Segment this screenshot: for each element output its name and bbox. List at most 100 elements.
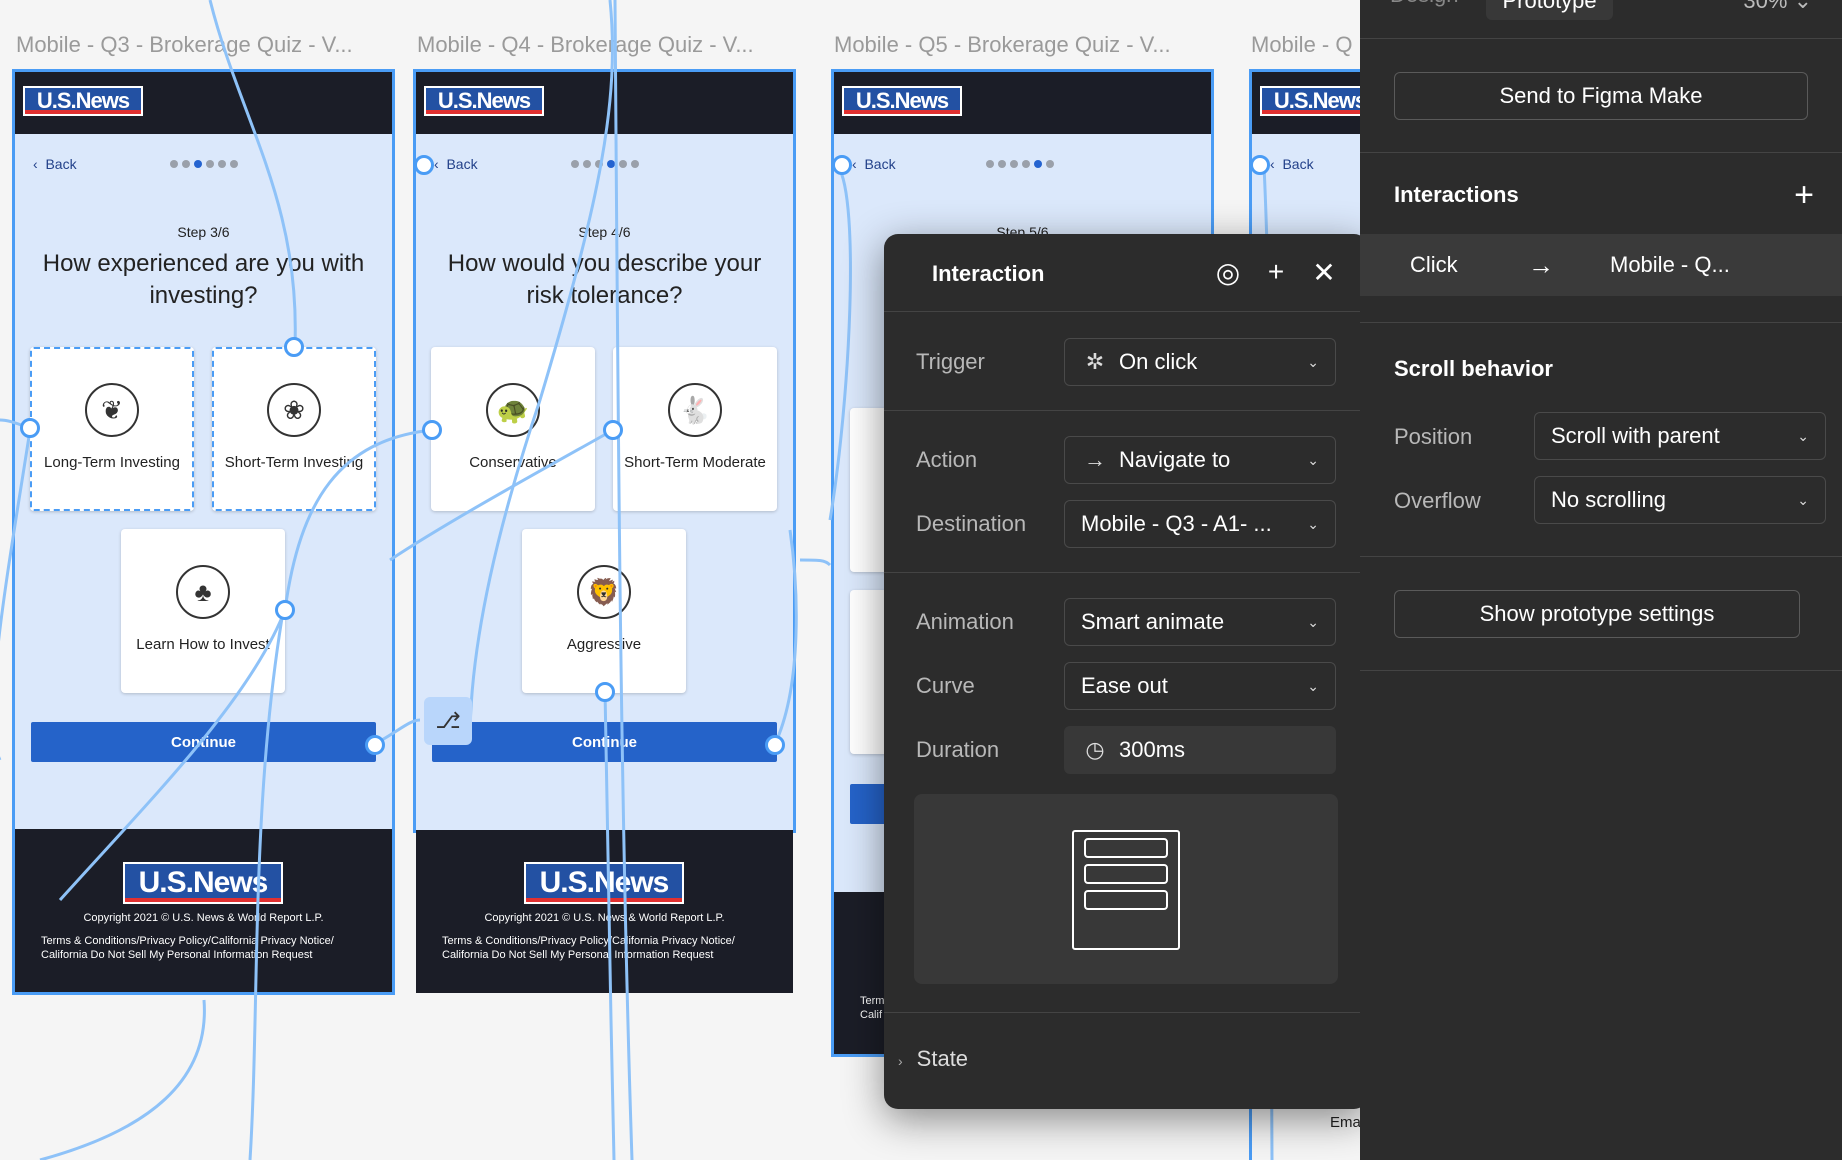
show-prototype-settings-button[interactable]: Show prototype settings <box>1394 590 1800 638</box>
scroll-behavior-heading: Scroll behavior <box>1394 356 1553 381</box>
usnews-footer-logo: U.S.News <box>123 862 283 904</box>
trigger-row: Trigger ✲ On click ⌄ <box>916 338 1336 386</box>
back-label: Back <box>446 156 478 172</box>
back-label: Back <box>864 156 896 172</box>
chevron-down-icon: ⌄ <box>1307 353 1319 370</box>
frame-title-q6[interactable]: Mobile - Q <box>1251 32 1360 58</box>
option-label: Learn How to Invest <box>136 636 270 653</box>
option-card-learn[interactable]: ♣ Learn How to Invest <box>121 529 285 693</box>
duration-label: Duration <box>916 737 1000 762</box>
popover-title: Interaction <box>932 261 1045 286</box>
divider <box>1360 556 1842 557</box>
overflow-dropdown[interactable]: No scrolling ⌄ <box>1534 476 1826 524</box>
frame-title-q3[interactable]: Mobile - Q3 - Brokerage Quiz - V... <box>16 32 396 58</box>
add-icon[interactable]: + <box>1258 254 1294 290</box>
option-card-moderate[interactable]: 🐇 Short-Term Moderate <box>613 347 777 511</box>
option-card-conservative[interactable]: 🐢 Conservative <box>431 347 595 511</box>
connection-node[interactable] <box>422 420 442 440</box>
back-label: Back <box>1282 156 1314 172</box>
connection-node[interactable] <box>603 420 623 440</box>
leaf-icon: ❦ <box>85 383 139 437</box>
back-link[interactable]: ‹ Back <box>1270 156 1314 172</box>
usnews-logo: U.S.News <box>842 86 962 116</box>
flow-branch-icon[interactable]: ⎇ <box>424 697 472 745</box>
state-label: State <box>916 1046 969 1071</box>
frame-header: U.S.News <box>1252 72 1360 134</box>
connection-node[interactable] <box>365 735 385 755</box>
connection-node[interactable] <box>595 682 615 702</box>
tab-design[interactable]: Design <box>1390 0 1458 20</box>
divider <box>884 1012 1368 1013</box>
trigger-dropdown[interactable]: ✲ On click ⌄ <box>1064 338 1336 386</box>
progress-dots <box>571 160 639 168</box>
continue-button[interactable]: Continue <box>432 722 777 762</box>
destination-label: Destination <box>916 511 1027 536</box>
chevron-down-icon: ⌄ <box>1307 613 1319 630</box>
destination-dropdown[interactable]: Mobile - Q3 - A1- ... ⌄ <box>1064 500 1336 548</box>
back-link[interactable]: ‹ Back <box>33 156 77 172</box>
divider <box>1360 322 1842 323</box>
panel-tabs: Design Prototype <box>1390 0 1613 20</box>
close-icon[interactable]: ✕ <box>1306 254 1342 290</box>
send-to-figma-make-button[interactable]: Send to Figma Make <box>1394 72 1808 120</box>
connection-node[interactable] <box>275 600 295 620</box>
connection-node[interactable] <box>20 418 40 438</box>
connection-node[interactable] <box>1250 155 1270 175</box>
animation-dropdown[interactable]: Smart animate ⌄ <box>1064 598 1336 646</box>
chevron-down-icon: ⌄ <box>1307 677 1319 694</box>
continue-button[interactable]: Continue <box>31 722 376 762</box>
popover-header: Interaction ◎ + ✕ <box>884 234 1368 312</box>
usnews-logo: U.S.News <box>424 86 544 116</box>
back-link[interactable]: ‹ Back <box>852 156 896 172</box>
arrow-right-icon: → <box>1084 447 1106 472</box>
lion-icon: 🦁 <box>577 565 631 619</box>
frame-q3[interactable]: U.S.News ‹ Back Step 3/6 How experienced… <box>12 69 395 995</box>
option-label: Short-Term Investing <box>224 454 364 471</box>
progress-dots <box>986 160 1054 168</box>
divider <box>884 410 1368 411</box>
option-card-short-term[interactable]: ❀ Short-Term Investing <box>212 347 376 511</box>
preview-layer <box>1084 838 1168 858</box>
position-dropdown[interactable]: Scroll with parent ⌄ <box>1534 412 1826 460</box>
properties-panel: Design Prototype 30% ⌄ Send to Figma Mak… <box>1360 0 1842 1160</box>
option-card-aggressive[interactable]: 🦁 Aggressive <box>522 529 686 693</box>
frame-title-q4[interactable]: Mobile - Q4 - Brokerage Quiz - V... <box>417 32 797 58</box>
option-label: Aggressive <box>566 636 642 653</box>
target-icon[interactable]: ◎ <box>1210 254 1246 290</box>
duration-row: Duration ◷ 300ms <box>916 726 1336 774</box>
preview-frame <box>1072 830 1180 950</box>
action-dropdown[interactable]: → Navigate to ⌄ <box>1064 436 1336 484</box>
duration-input[interactable]: ◷ 300ms <box>1064 726 1336 774</box>
curve-dropdown[interactable]: Ease out ⌄ <box>1064 662 1336 710</box>
state-section-toggle[interactable]: › State <box>898 1046 968 1072</box>
usnews-footer-logo: U.S.News <box>524 862 684 904</box>
divider <box>1360 38 1842 39</box>
duration-value: 300ms <box>1119 737 1186 762</box>
zoom-value: 30% <box>1743 0 1788 13</box>
email-label: Ema <box>1330 1114 1360 1131</box>
connection-node[interactable] <box>832 155 852 175</box>
interaction-destination: Mobile - Q... <box>1610 252 1730 277</box>
preview-layer <box>1084 864 1168 884</box>
connection-node[interactable] <box>414 155 434 175</box>
frame-q4-footer: U.S.News Copyright 2021 © U.S. News & Wo… <box>416 830 793 993</box>
sprout-icon: ❀ <box>267 383 321 437</box>
frame-footer <box>15 829 392 992</box>
divider <box>1360 670 1842 671</box>
tab-prototype[interactable]: Prototype <box>1486 0 1613 20</box>
add-interaction-icon[interactable]: + <box>1794 176 1814 215</box>
usnews-logo: U.S.News <box>23 86 143 116</box>
connection-node[interactable] <box>284 337 304 357</box>
frame-title-q5[interactable]: Mobile - Q5 - Brokerage Quiz - V... <box>834 32 1214 58</box>
frame-q4[interactable]: U.S.News ‹ Back Step 4/6 How would you d… <box>413 69 796 833</box>
back-link[interactable]: ‹ Back <box>434 156 478 172</box>
interaction-row[interactable]: Click → Mobile - Q... <box>1360 234 1842 296</box>
action-value: Navigate to <box>1119 447 1231 472</box>
rabbit-icon: 🐇 <box>668 383 722 437</box>
action-row: Action → Navigate to ⌄ <box>916 436 1336 484</box>
option-card-long-term[interactable]: ❦ Long-Term Investing <box>30 347 194 511</box>
zoom-control[interactable]: 30% ⌄ <box>1743 0 1812 14</box>
question-heading: How experienced are you with investing? <box>42 250 365 309</box>
connection-node[interactable] <box>765 735 785 755</box>
frame-header: U.S.News <box>15 72 392 134</box>
